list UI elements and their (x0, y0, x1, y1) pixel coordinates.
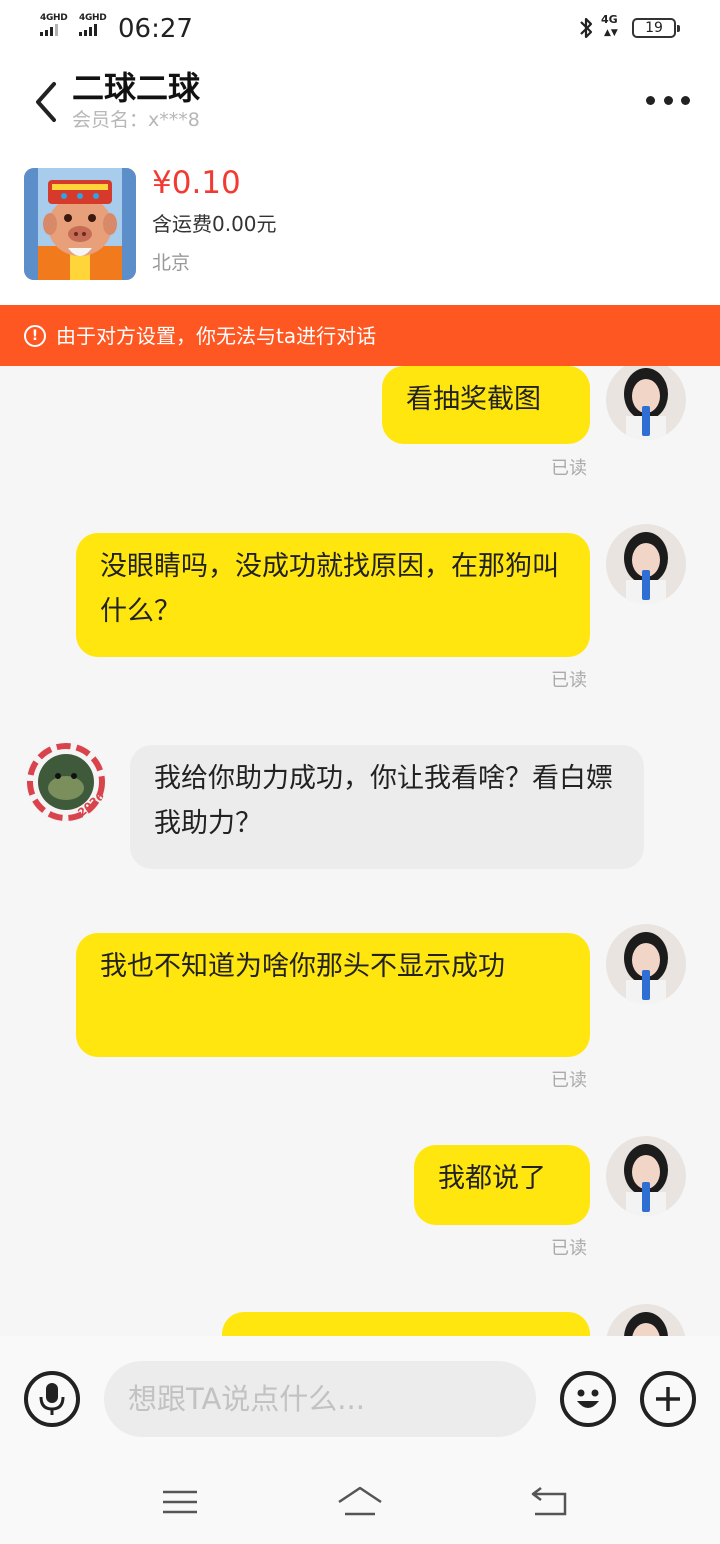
voice-button[interactable] (24, 1371, 80, 1427)
recent-apps-button[interactable] (155, 1482, 205, 1522)
menu-lines-icon (163, 1490, 197, 1514)
product-price: ¥0.10 (152, 165, 241, 201)
chat-header: 二球二球 会员名：x***8 (0, 58, 720, 148)
read-status: 已读 (551, 1070, 587, 1091)
back-nav-button[interactable] (525, 1482, 575, 1522)
read-status: 已读 (551, 1238, 587, 1259)
member-name: 会员名：x***8 (72, 109, 200, 131)
microphone-icon (39, 1383, 65, 1415)
return-icon (531, 1487, 567, 1516)
page-title: 二球二球 (72, 69, 201, 107)
status-bar: 4GHD 4GHD 06:27 4G ▲▼ 19 (0, 0, 720, 58)
shipping-fee: 含运费0.00元 (152, 212, 277, 236)
alert-icon: ! (24, 324, 46, 347)
back-button[interactable] (30, 80, 66, 124)
battery-level: 19 (645, 20, 663, 36)
read-status: 已读 (551, 458, 587, 479)
add-attachment-button[interactable] (640, 1371, 696, 1427)
my-avatar[interactable] (606, 1304, 686, 1336)
message-bubble-mine[interactable]: 没眼睛吗，没成功就找原因，在那狗叫什么？ (76, 533, 590, 657)
signal-bars-icon (40, 24, 58, 36)
my-avatar[interactable] (606, 1136, 686, 1216)
bluetooth-icon (580, 17, 593, 39)
product-location: 北京 (152, 252, 191, 274)
read-status: 已读 (551, 670, 587, 691)
smiley-icon (577, 1389, 599, 1408)
network-label-right: 4G (601, 13, 618, 26)
chat-disabled-banner: ! 由于对方设置，你无法与ta进行对话 (0, 305, 720, 366)
message-input[interactable] (104, 1361, 536, 1437)
product-thumbnail-image (24, 168, 136, 280)
battery-icon: 19 (632, 18, 680, 38)
user-photo-image (606, 524, 686, 604)
message-bubble-mine[interactable]: 我都说了 (414, 1145, 590, 1225)
more-options-button[interactable] (640, 86, 696, 114)
message-bubble-theirs[interactable]: 我给你助力成功，你让我看啥？看白嫖我助力？ (130, 745, 644, 869)
user-photo-image (606, 366, 686, 440)
system-nav-bar (0, 1464, 720, 1544)
message-bubble-mine-partial[interactable] (222, 1312, 590, 1336)
home-button[interactable] (335, 1482, 385, 1522)
my-avatar[interactable] (606, 924, 686, 1004)
more-dots-icon (646, 95, 655, 105)
data-arrows-icon: ▲▼ (604, 28, 618, 38)
signal-indicator-2: 4GHD (79, 13, 107, 36)
user-photo-image (606, 1136, 686, 1216)
plus-icon (656, 1387, 680, 1411)
my-avatar[interactable] (606, 366, 686, 440)
message-bubble-mine[interactable]: 看抽奖截图 (382, 366, 590, 444)
home-icon (338, 1486, 382, 1516)
network-label-2: 4GHD (79, 13, 107, 23)
message-list[interactable]: 看抽奖截图 已读 没眼睛吗，没成功就找原因，在那狗叫什么？ 已读 2026 我给… (0, 366, 720, 1336)
product-image[interactable] (24, 168, 136, 280)
clock: 06:27 (118, 14, 193, 44)
user-photo-image (606, 924, 686, 1004)
contact-avatar[interactable]: 2026 (26, 742, 106, 822)
banner-text: 由于对方设置，你无法与ta进行对话 (56, 323, 377, 348)
chevron-left-icon (36, 82, 56, 122)
input-bar (0, 1336, 720, 1464)
signal-bars-icon (79, 24, 97, 36)
network-label-1: 4GHD (40, 13, 68, 23)
product-card[interactable]: ¥0.10 含运费0.00元 北京 (0, 148, 720, 305)
user-photo-image (606, 1304, 686, 1336)
emoji-button[interactable] (560, 1371, 616, 1427)
my-avatar[interactable] (606, 524, 686, 604)
message-bubble-mine[interactable]: 我也不知道为啥你那头不显示成功 (76, 933, 590, 1057)
signal-indicator-1: 4GHD (40, 13, 68, 36)
